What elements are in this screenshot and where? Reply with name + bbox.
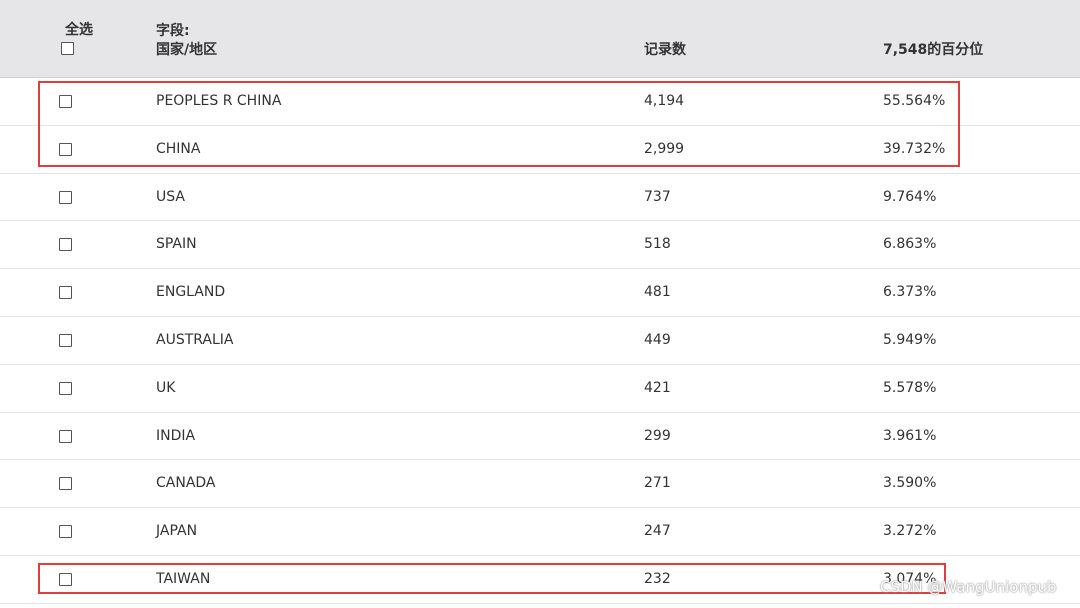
percent-value: 6.863% <box>883 236 937 253</box>
percent-value: 5.578% <box>883 379 937 396</box>
row-checkbox[interactable] <box>59 286 72 300</box>
country-name: INDIA <box>156 427 196 444</box>
country-name: CANADA <box>156 475 216 492</box>
percent-value: 5.949% <box>883 331 937 348</box>
row-checkbox[interactable] <box>59 477 72 491</box>
row-checkbox[interactable] <box>59 429 72 443</box>
table-row: USA 737 9.764% <box>0 174 1080 222</box>
analysis-results-table: 全选 字段: 国家/地区 记录数 7,548的百分位 PEOPLES R CHI… <box>0 0 1080 608</box>
table-row: PEOPLES R CHINA 4,194 55.564% <box>0 78 1080 126</box>
row-checkbox[interactable] <box>59 238 72 252</box>
country-name: TAIWAN <box>156 570 211 587</box>
field-prefix-label: 字段: <box>156 23 190 39</box>
record-count: 481 <box>644 284 671 301</box>
percent-value: 3.961% <box>883 427 937 444</box>
table-row: CHINA 2,999 39.732% <box>0 126 1080 174</box>
percent-value: 39.732% <box>883 140 946 157</box>
table-row: CANADA 271 3.590% <box>0 460 1080 509</box>
table-row: ENGLAND 481 6.373% <box>0 269 1080 317</box>
country-name: USA <box>156 188 185 205</box>
record-count: 247 <box>644 523 671 540</box>
row-checkbox[interactable] <box>59 572 72 586</box>
country-name: PEOPLES R CHINA <box>156 93 282 109</box>
record-count: 737 <box>644 188 671 205</box>
table-header: 全选 字段: 国家/地区 记录数 7,548的百分位 <box>0 0 1080 78</box>
percent-value: 55.564% <box>883 93 946 109</box>
row-checkbox[interactable] <box>59 525 72 539</box>
record-count: 518 <box>644 236 671 253</box>
row-checkbox[interactable] <box>59 381 72 395</box>
country-name: UK <box>156 379 176 396</box>
country-name: JAPAN <box>156 523 198 540</box>
field-name-label: 国家/地区 <box>156 42 218 58</box>
record-count-header: 记录数 <box>644 42 686 58</box>
country-name: ENGLAND <box>156 284 226 301</box>
record-count: 2,999 <box>644 140 685 157</box>
percent-value: 6.373% <box>883 284 937 301</box>
select-all-checkbox[interactable] <box>61 42 74 55</box>
select-all-label: 全选 <box>65 22 93 38</box>
country-name: CHINA <box>156 140 201 157</box>
table-row: UK 421 5.578% <box>0 365 1080 413</box>
table-body: PEOPLES R CHINA 4,194 55.564% CHINA 2,99… <box>0 78 1080 604</box>
row-checkbox[interactable] <box>59 333 72 347</box>
row-checkbox[interactable] <box>59 190 72 204</box>
row-checkbox[interactable] <box>59 95 72 108</box>
record-count: 299 <box>644 427 671 444</box>
table-row: JAPAN 247 3.272% <box>0 508 1080 556</box>
record-count: 232 <box>644 570 671 587</box>
record-count: 271 <box>644 475 671 492</box>
record-count: 449 <box>644 331 671 348</box>
table-row: SPAIN 518 6.863% <box>0 221 1080 270</box>
table-row: AUSTRALIA 449 5.949% <box>0 317 1080 365</box>
percent-value: 3.272% <box>883 523 937 540</box>
percent-value: 3.590% <box>883 475 937 492</box>
record-count: 4,194 <box>644 93 685 109</box>
watermark: CSDN @WangUnionpub <box>880 578 1057 596</box>
percent-value: 9.764% <box>883 188 937 205</box>
percent-header: 7,548的百分位 <box>883 42 984 58</box>
record-count: 421 <box>644 379 671 396</box>
country-name: AUSTRALIA <box>156 331 234 348</box>
table-row: INDIA 299 3.961% <box>0 413 1080 461</box>
country-name: SPAIN <box>156 236 197 253</box>
row-checkbox[interactable] <box>59 142 72 156</box>
